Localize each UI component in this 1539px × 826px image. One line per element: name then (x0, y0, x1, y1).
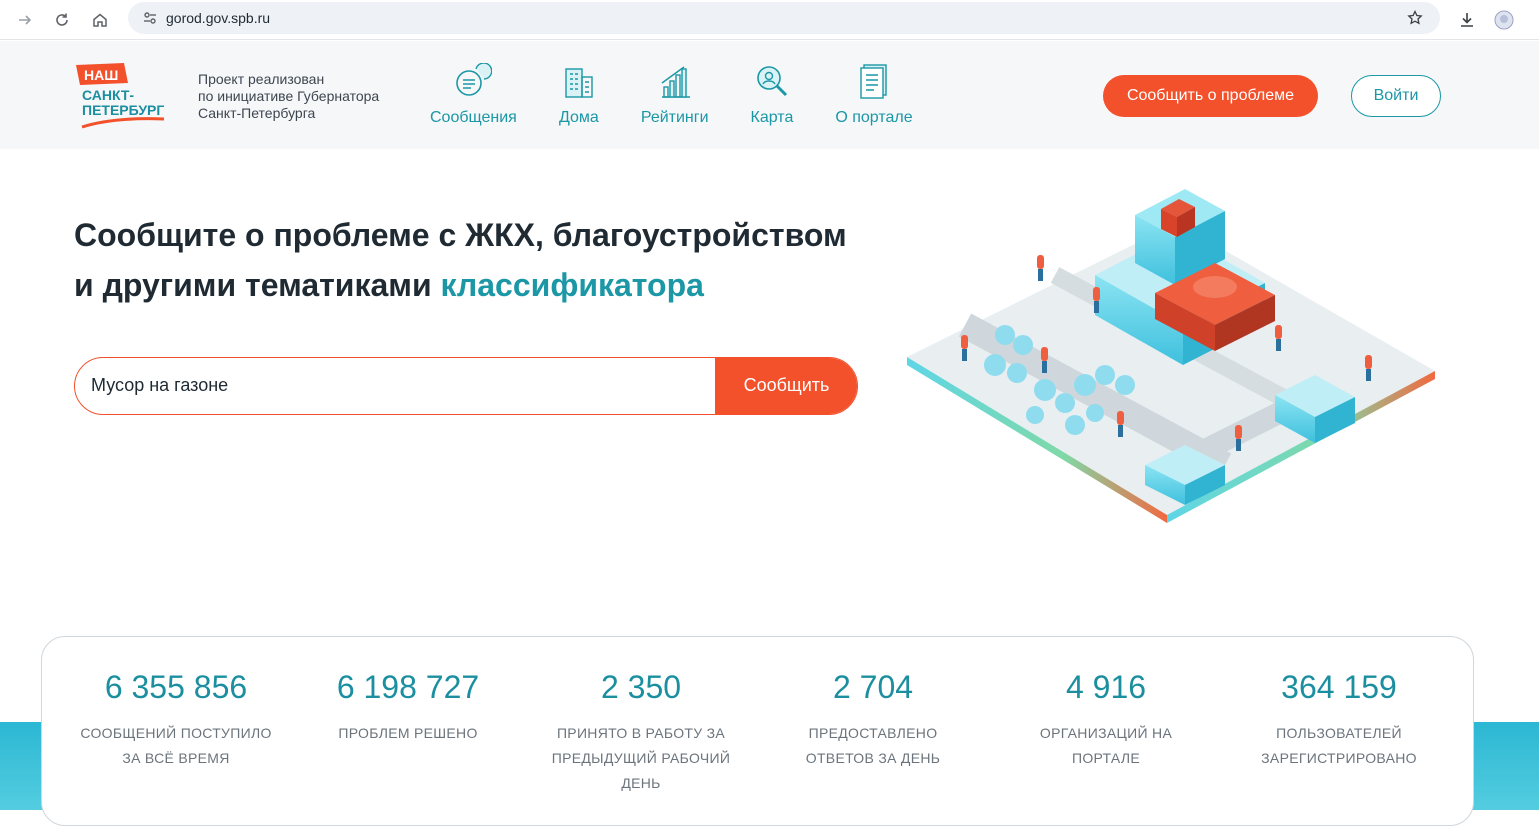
svg-text:ПЕТЕРБУРГ: ПЕТЕРБУРГ (82, 102, 164, 118)
hero-title-text: и другими тематиками (74, 267, 441, 303)
nav-item-ratings[interactable]: Рейтинги (641, 61, 709, 131)
stat-item: 2 350 ПРИНЯТО В РАБОТУ ЗА ПРЕДЫДУЩИЙ РАБ… (541, 667, 741, 796)
stat-value: 4 916 (1065, 669, 1147, 705)
bookmark-star-icon[interactable] (1404, 7, 1426, 29)
stat-label-line: ОТВЕТОВ ЗА ДЕНЬ (805, 750, 941, 766)
avatar-icon (1494, 10, 1514, 30)
url-text[interactable]: gorod.gov.spb.ru (166, 10, 270, 26)
stat-item: 2 704 ПРЕДОСТАВЛЕНО ОТВЕТОВ ЗА ДЕНЬ (773, 667, 973, 771)
stat-item: 4 916 ОРГАНИЗАЦИЙ НА ПОРТАЛЕ (1006, 667, 1206, 771)
profile-avatar[interactable] (1490, 6, 1518, 34)
stat-label-line: ПРИНЯТО В РАБОТУ ЗА (556, 725, 726, 741)
stat-value: 2 350 (600, 669, 682, 705)
reload-icon (56, 13, 68, 26)
svg-text:САНКТ-: САНКТ- (82, 87, 134, 103)
stat-label-line: ПОРТАЛЕ (1071, 750, 1141, 766)
stat-item: 364 159 ПОЛЬЗОВАТЕЛЕЙ ЗАРЕГИСТРИРОВАНО (1239, 667, 1439, 771)
report-problem-button[interactable]: Сообщить о проблеме (1103, 75, 1318, 117)
stat-label-line: ПРЕДЫДУЩИЙ РАБОЧИЙ (551, 750, 731, 766)
nav-label: Сообщения (430, 109, 517, 126)
stat-label: СООБЩЕНИЙ ПОСТУПИЛО ЗА ВСЁ ВРЕМЯ (76, 721, 276, 771)
document-icon (854, 61, 894, 101)
messages-icon (453, 61, 493, 101)
stat-value: 6 198 727 (336, 669, 480, 705)
hero-title-line2: и другими тематиками классификатора (74, 260, 874, 310)
download-icon (1461, 13, 1473, 27)
stat-label-line: СООБЩЕНИЙ ПОСТУПИЛО (80, 725, 272, 741)
stat-item: 6 355 856 СООБЩЕНИЙ ПОСТУПИЛО ЗА ВСЁ ВРЕ… (76, 667, 276, 771)
problem-search-input[interactable] (75, 358, 717, 413)
nav-item-map[interactable]: Карта (750, 61, 794, 131)
stat-label-line: ОРГАНИЗАЦИЙ НА (1039, 725, 1173, 741)
stat-label: ПРОБЛЕМ РЕШЕНО (308, 721, 508, 746)
stat-label-line: ПРЕДОСТАВЛЕНО (808, 725, 938, 741)
main-nav: Сообщения Дома Рейтинги Карта О портале (430, 61, 955, 131)
hero-title: Сообщите о проблеме с ЖКХ, благоустройст… (74, 210, 874, 310)
nav-item-about[interactable]: О портале (835, 61, 913, 131)
stat-label-line: ПОЛЬЗОВАТЕЛЕЙ (1276, 725, 1402, 741)
nash-spb-logo[interactable]: НАШ САНКТ- ПЕТЕРБУРГ (74, 63, 166, 129)
nav-item-messages[interactable]: Сообщения (430, 61, 517, 131)
forward-button[interactable] (11, 6, 39, 34)
stat-label: ПРЕДОСТАВЛЕНО ОТВЕТОВ ЗА ДЕНЬ (773, 721, 973, 771)
arrow-right-icon (19, 15, 32, 25)
project-line: Санкт-Петербурга (198, 105, 316, 121)
project-description: Проект реализован по инициативе Губернат… (198, 71, 418, 122)
nav-label: Дома (558, 109, 599, 126)
nav-label: О портале (835, 109, 913, 126)
browser-toolbar: gorod.gov.spb.ru (0, 0, 1539, 40)
home-button[interactable] (86, 6, 114, 34)
stat-label: ОРГАНИЗАЦИЙ НА ПОРТАЛЕ (1006, 721, 1206, 771)
building-icon (559, 61, 599, 101)
city-illustration (895, 175, 1440, 545)
submit-report-button[interactable]: Сообщить (715, 358, 857, 414)
hero-title-line1: Сообщите о проблеме с ЖКХ, благоустройст… (74, 217, 847, 253)
map-search-icon (752, 61, 792, 101)
svg-text:НАШ: НАШ (84, 67, 118, 83)
stat-label-line: ПРОБЛЕМ РЕШЕНО (338, 725, 478, 741)
stat-value: 6 355 856 (104, 669, 248, 705)
reload-button[interactable] (48, 6, 76, 34)
hero-title-accent[interactable]: классификатора (441, 267, 704, 303)
project-line: по инициативе Губернатора (198, 88, 380, 104)
stat-item: 6 198 727 ПРОБЛЕМ РЕШЕНО (308, 667, 508, 746)
nav-label: Рейтинги (640, 109, 709, 126)
stat-value: 364 159 (1281, 669, 1397, 705)
address-bar[interactable]: gorod.gov.spb.ru (128, 2, 1440, 34)
downloads-button[interactable] (1453, 6, 1481, 34)
stat-label-line: ЗАРЕГИСТРИРОВАНО (1261, 750, 1417, 766)
nav-label: Карта (750, 109, 794, 126)
stats-panel: 6 355 856 СООБЩЕНИЙ ПОСТУПИЛО ЗА ВСЁ ВРЕ… (41, 636, 1474, 826)
stat-label: ПРИНЯТО В РАБОТУ ЗА ПРЕДЫДУЩИЙ РАБОЧИЙ Д… (541, 721, 741, 796)
stat-label: ПОЛЬЗОВАТЕЛЕЙ ЗАРЕГИСТРИРОВАНО (1239, 721, 1439, 771)
stat-label-line: ЗА ВСЁ ВРЕМЯ (122, 750, 230, 766)
nav-item-houses[interactable]: Дома (559, 61, 599, 131)
stat-label-line: ДЕНЬ (621, 775, 661, 791)
login-button[interactable]: Войти (1351, 75, 1441, 117)
stat-value: 2 704 (832, 669, 914, 705)
home-icon (93, 13, 107, 27)
project-line: Проект реализован (198, 71, 325, 87)
problem-search-form: Сообщить (74, 357, 858, 415)
ratings-icon (655, 61, 695, 101)
site-settings-icon[interactable] (136, 10, 164, 26)
